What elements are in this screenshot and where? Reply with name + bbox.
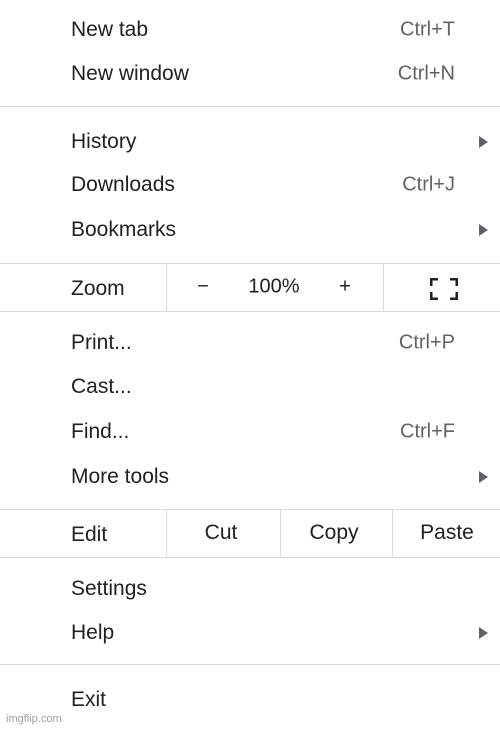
menu-item-more-tools[interactable]: More tools: [0, 456, 500, 498]
edit-row: Edit Cut Copy Paste: [0, 509, 500, 557]
cut-button[interactable]: Cut: [205, 521, 238, 545]
menu-item-cast[interactable]: Cast...: [0, 366, 500, 408]
zoom-level: 100%: [248, 275, 300, 298]
menu-item-history[interactable]: History: [0, 121, 500, 163]
divider: [383, 263, 384, 311]
paste-button[interactable]: Paste: [420, 521, 474, 545]
shortcut-text: Ctrl+T: [400, 18, 455, 41]
shortcut-text: Ctrl+N: [397, 62, 455, 85]
menu-item-bookmarks[interactable]: Bookmarks: [0, 209, 500, 251]
divider: [166, 263, 167, 311]
menu-item-label: Print...: [71, 331, 132, 354]
menu-item-print[interactable]: Print... Ctrl+P: [0, 322, 500, 364]
menu-item-new-window[interactable]: New window Ctrl+N: [0, 53, 500, 95]
menu-item-label: Help: [71, 621, 115, 644]
shortcut-text: Ctrl+J: [402, 173, 455, 196]
menu-item-label: Downloads: [71, 173, 175, 196]
divider: [392, 509, 393, 557]
divider: [166, 509, 167, 557]
menu-item-help[interactable]: Help: [0, 612, 500, 654]
submenu-arrow-icon: [479, 627, 488, 639]
shortcut-text: Ctrl+P: [398, 331, 455, 354]
shortcut-text: Ctrl+F: [400, 420, 455, 443]
menu-item-label: Bookmarks: [71, 218, 177, 241]
menu-item-label: New window: [71, 62, 189, 85]
watermark-text: imgflip.com: [6, 713, 62, 725]
menu-item-downloads[interactable]: Downloads Ctrl+J: [0, 164, 500, 206]
submenu-arrow-icon: [479, 471, 488, 483]
submenu-arrow-icon: [479, 224, 488, 236]
separator: [0, 106, 500, 107]
menu-item-exit[interactable]: Exit: [0, 679, 500, 721]
zoom-label: Zoom: [71, 277, 125, 300]
menu-item-label: Settings: [71, 577, 147, 600]
menu-item-settings[interactable]: Settings: [0, 568, 500, 610]
divider: [280, 509, 281, 557]
menu-item-label: More tools: [71, 465, 170, 488]
submenu-arrow-icon: [479, 136, 488, 148]
zoom-in-button[interactable]: +: [339, 276, 351, 299]
menu-item-label: New tab: [71, 18, 149, 41]
menu-item-label: Exit: [71, 688, 107, 711]
separator: [0, 557, 500, 558]
menu-item-label: Find...: [71, 420, 130, 443]
separator: [0, 664, 500, 665]
menu-item-new-tab[interactable]: New tab Ctrl+T: [0, 9, 500, 51]
fullscreen-icon[interactable]: [429, 277, 459, 301]
menu-item-find[interactable]: Find... Ctrl+F: [0, 411, 500, 453]
edit-label: Edit: [71, 523, 108, 546]
browser-menu: New tab Ctrl+T New window Ctrl+N History…: [0, 0, 500, 729]
separator: [0, 311, 500, 312]
menu-item-label: Cast...: [71, 375, 132, 398]
zoom-row: Zoom − 100% +: [0, 263, 500, 311]
copy-button[interactable]: Copy: [309, 521, 358, 545]
zoom-out-button[interactable]: −: [197, 276, 209, 299]
menu-item-label: History: [71, 130, 137, 153]
